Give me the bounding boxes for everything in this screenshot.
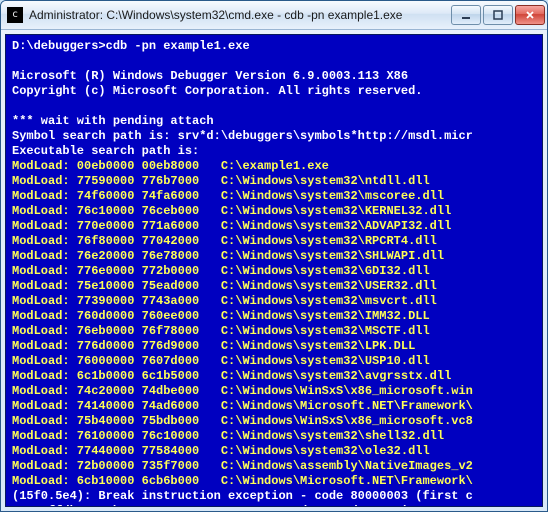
banner-line: Copyright (c) Microsoft Corporation. All… <box>12 84 422 98</box>
modload-line: ModLoad: 72b00000 735f7000 C:\Windows\as… <box>12 459 473 473</box>
modload-line: ModLoad: 6c1b0000 6c1b5000 C:\Windows\sy… <box>12 369 451 383</box>
window-controls <box>451 5 545 25</box>
banner-line: Microsoft (R) Windows Debugger Version 6… <box>12 69 408 83</box>
cmd-window: c Administrator: C:\Windows\system32\cmd… <box>0 0 548 512</box>
regs-line: eax=7ffdb000 ebx=00000000 ecx=00000000 e… <box>12 504 466 507</box>
modload-line: ModLoad: 74c20000 74dbe000 C:\Windows\Wi… <box>12 384 473 398</box>
titlebar[interactable]: c Administrator: C:\Windows\system32\cmd… <box>1 1 547 30</box>
window-title: Administrator: C:\Windows\system32\cmd.e… <box>29 8 451 22</box>
modload-line: ModLoad: 74140000 74ad6000 C:\Windows\Mi… <box>12 399 473 413</box>
modload-line: ModLoad: 76f80000 77042000 C:\Windows\sy… <box>12 234 437 248</box>
wait-line: *** wait with pending attach <box>12 114 214 128</box>
modload-line: ModLoad: 6cb10000 6cb6b000 C:\Windows\Mi… <box>12 474 473 488</box>
modload-line: ModLoad: 776d0000 776d9000 C:\Windows\sy… <box>12 339 415 353</box>
modload-line: ModLoad: 77440000 77584000 C:\Windows\sy… <box>12 444 430 458</box>
modload-line: ModLoad: 76100000 76c10000 C:\Windows\sy… <box>12 429 444 443</box>
close-button[interactable] <box>515 5 545 25</box>
modload-line: ModLoad: 770e0000 771a6000 C:\Windows\sy… <box>12 219 451 233</box>
modload-line: ModLoad: 75b40000 75bdb000 C:\Windows\Wi… <box>12 414 473 428</box>
modload-line: ModLoad: 76c10000 76ceb000 C:\Windows\sy… <box>12 204 451 218</box>
modload-line: ModLoad: 776e0000 772b0000 C:\Windows\sy… <box>12 264 430 278</box>
modload-line: ModLoad: 00eb0000 00eb8000 C:\example1.e… <box>12 159 329 173</box>
modload-line: ModLoad: 77390000 7743a000 C:\Windows\sy… <box>12 294 437 308</box>
modload-line: ModLoad: 75e10000 75ead000 C:\Windows\sy… <box>12 279 437 293</box>
break-line: (15f0.5e4): Break instruction exception … <box>12 489 473 503</box>
modload-line: ModLoad: 77590000 776b7000 C:\Windows\sy… <box>12 174 430 188</box>
modload-line: ModLoad: 760d0000 760ee000 C:\Windows\sy… <box>12 309 430 323</box>
modload-line: ModLoad: 74f60000 74fa6000 C:\Windows\sy… <box>12 189 444 203</box>
prompt-line: D:\debuggers>cdb -pn example1.exe <box>12 39 250 53</box>
console-output[interactable]: D:\debuggers>cdb -pn example1.exe Micros… <box>5 34 543 507</box>
minimize-button[interactable] <box>451 5 481 25</box>
exepath-line: Executable search path is: <box>12 144 199 158</box>
modload-line: ModLoad: 76e20000 76e78000 C:\Windows\sy… <box>12 249 444 263</box>
cmd-icon: c <box>7 7 23 23</box>
maximize-button[interactable] <box>483 5 513 25</box>
sympath-line: Symbol search path is: srv*d:\debuggers\… <box>12 129 473 143</box>
modload-line: ModLoad: 76eb0000 76f78000 C:\Windows\sy… <box>12 324 430 338</box>
modload-line: ModLoad: 76000000 7607d000 C:\Windows\sy… <box>12 354 430 368</box>
